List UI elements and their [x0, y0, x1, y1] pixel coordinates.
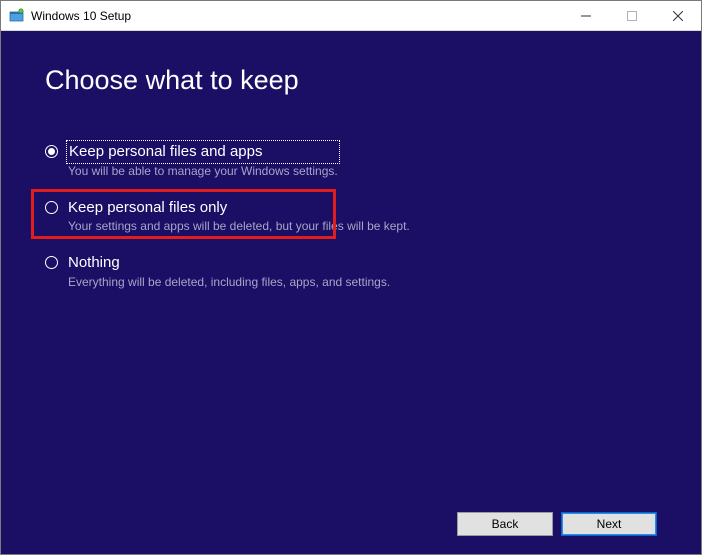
back-button[interactable]: Back [457, 512, 553, 536]
radio-icon [45, 256, 58, 269]
close-button[interactable] [655, 1, 701, 30]
footer: Back Next [45, 500, 657, 536]
option-label: Keep personal files only [68, 198, 410, 218]
next-button[interactable]: Next [561, 512, 657, 536]
option-label: Keep personal files and apps [68, 142, 338, 162]
option-texts: Nothing Everything will be deleted, incl… [68, 253, 390, 289]
option-keep-files-apps[interactable]: Keep personal files and apps You will be… [45, 140, 657, 180]
option-texts: Keep personal files only Your settings a… [68, 198, 410, 234]
radio-icon [45, 201, 58, 214]
option-label: Nothing [68, 253, 390, 273]
option-texts: Keep personal files and apps You will be… [68, 142, 338, 178]
content-area: Choose what to keep Keep personal files … [1, 31, 701, 554]
setup-window: Windows 10 Setup Choose what to keep Kee… [0, 0, 702, 555]
window-controls [563, 1, 701, 30]
titlebar: Windows 10 Setup [1, 1, 701, 31]
option-nothing[interactable]: Nothing Everything will be deleted, incl… [45, 251, 657, 291]
option-description: Everything will be deleted, including fi… [68, 275, 390, 289]
option-description: Your settings and apps will be deleted, … [68, 219, 410, 233]
options-group: Keep personal files and apps You will be… [45, 140, 657, 291]
window-title: Windows 10 Setup [31, 9, 131, 23]
option-keep-files-only[interactable]: Keep personal files only Your settings a… [45, 196, 657, 236]
minimize-button[interactable] [563, 1, 609, 30]
maximize-button [609, 1, 655, 30]
page-title: Choose what to keep [45, 65, 657, 96]
option-description: You will be able to manage your Windows … [68, 164, 338, 178]
app-icon [9, 8, 25, 24]
radio-icon [45, 145, 58, 158]
